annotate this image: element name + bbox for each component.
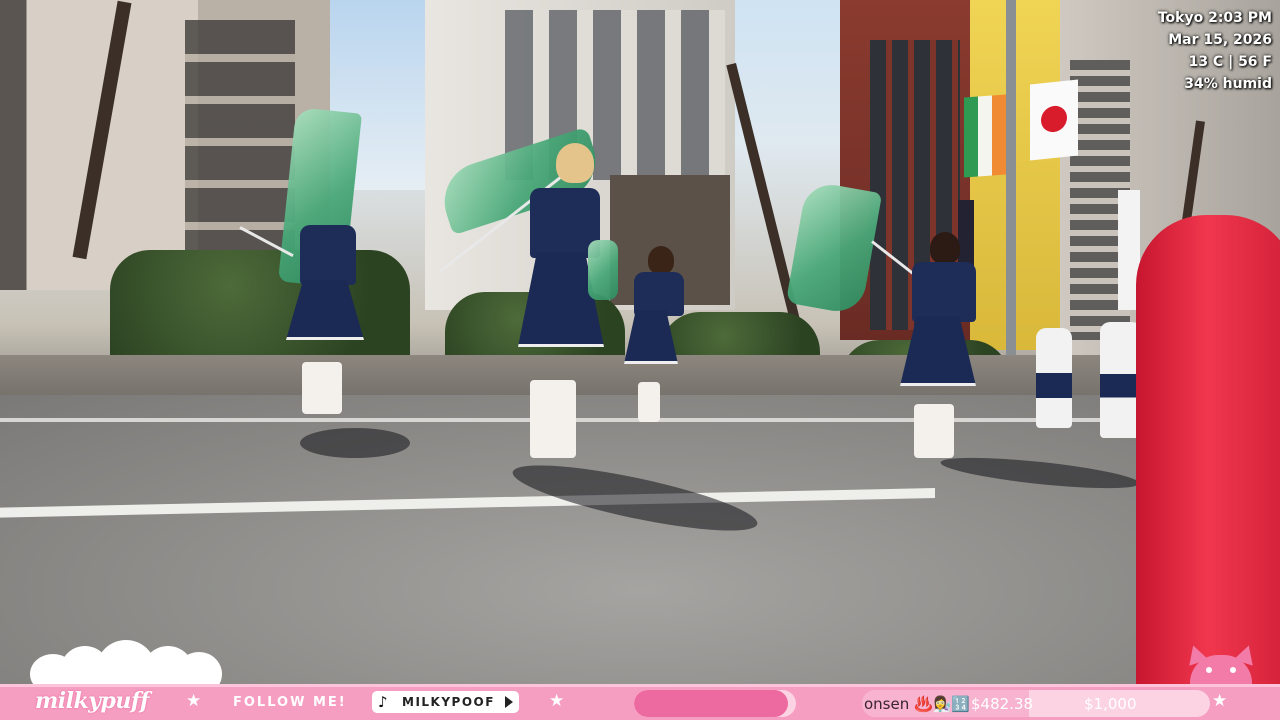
hair bbox=[648, 246, 674, 274]
donation-goal-bar: onsen ♨️👩‍🔬🔢 $482.38 $1,000 bbox=[862, 690, 1210, 717]
hair bbox=[556, 143, 594, 183]
stream-bottom-bar: milkypuff ★ FOLLOW ME! ♪ MILKYPOOF ★ ons… bbox=[0, 684, 1280, 720]
distant-performer bbox=[1036, 328, 1072, 428]
irish-flag bbox=[964, 94, 1006, 178]
building-left-windows bbox=[185, 20, 295, 250]
flag-silk bbox=[588, 240, 618, 300]
follow-label: FOLLOW ME! bbox=[233, 695, 347, 710]
tiktok-icon: ♪ bbox=[378, 693, 388, 711]
hair bbox=[930, 232, 960, 264]
cat-ears-icon bbox=[1183, 642, 1259, 689]
goal-progress-fill bbox=[634, 690, 788, 717]
hedge bbox=[110, 250, 410, 370]
tiktok-handle-badge[interactable]: ♪ MILKYPOOF bbox=[372, 691, 519, 713]
shadow bbox=[300, 428, 410, 458]
road-line bbox=[0, 418, 1180, 422]
white-boots bbox=[530, 380, 576, 458]
weather-widget: Tokyo 2:03 PM Mar 15, 2026 13 C | 56 F 3… bbox=[1158, 7, 1272, 95]
japanese-flag bbox=[1030, 79, 1078, 161]
tiktok-handle: MILKYPOOF bbox=[402, 695, 495, 709]
location-time: Tokyo 2:03 PM bbox=[1157, 10, 1272, 26]
temperature: 13 C | 56 F bbox=[1188, 54, 1272, 70]
white-boots bbox=[302, 362, 342, 414]
brand-logo: milkypuff bbox=[35, 688, 149, 714]
goal-progress-bar bbox=[634, 690, 796, 717]
star-icon: ★ bbox=[1212, 691, 1228, 711]
flag-pole bbox=[1006, 0, 1016, 400]
humidity: 34% humid bbox=[1184, 76, 1272, 92]
donation-ticker: onsen ♨️👩‍🔬🔢 bbox=[864, 695, 971, 713]
uniform-jacket bbox=[300, 225, 356, 285]
traffic-cone bbox=[1136, 215, 1280, 685]
stream-video-frame bbox=[0, 0, 1280, 720]
white-boots bbox=[914, 404, 954, 458]
star-icon: ★ bbox=[549, 691, 565, 711]
donation-goal: $1,000 bbox=[1084, 695, 1137, 713]
date: Mar 15, 2026 bbox=[1168, 32, 1272, 48]
donation-amount: $482.38 bbox=[971, 695, 1034, 713]
star-icon: ★ bbox=[186, 691, 202, 711]
uniform-jacket bbox=[912, 262, 976, 322]
cloud-icon bbox=[30, 640, 225, 700]
white-boots bbox=[638, 382, 660, 422]
shop-banner-dark bbox=[958, 200, 974, 270]
uniform-jacket bbox=[634, 272, 684, 316]
uniform-skirt bbox=[624, 310, 678, 364]
play-icon bbox=[505, 696, 513, 708]
